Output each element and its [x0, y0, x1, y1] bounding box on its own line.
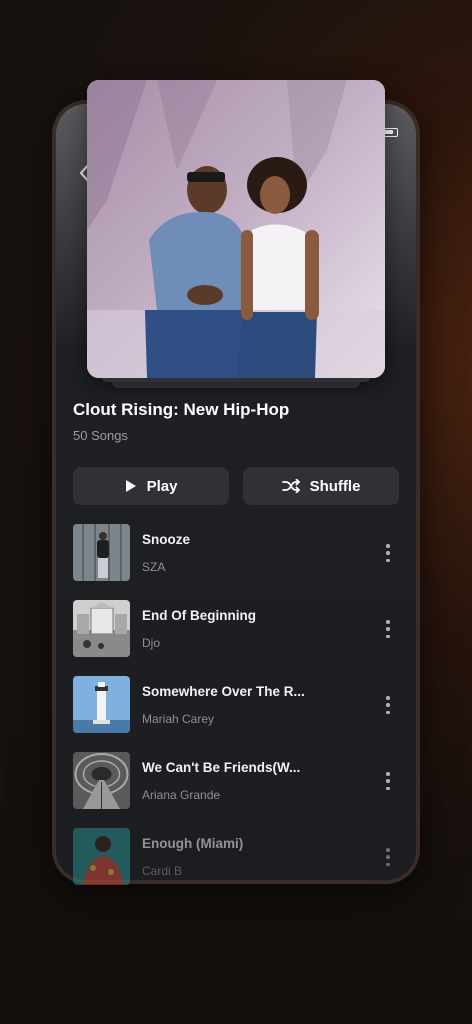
track-artist: SZA — [142, 560, 166, 574]
track-title: Snooze — [142, 532, 191, 547]
more-vertical-icon[interactable] — [385, 620, 391, 638]
playlist-title: Clout Rising: New Hip-Hop — [73, 400, 290, 419]
play-button[interactable]: Play — [73, 467, 229, 505]
track-artwork — [73, 600, 130, 657]
playlist-cover-art — [87, 80, 385, 378]
track-row[interactable]: Enough (Miami) Cardi B — [73, 828, 399, 886]
track-artwork — [73, 676, 130, 733]
play-button-label: Play — [146, 477, 178, 495]
track-row[interactable]: We Can't Be Friends(W... Ariana Grande — [73, 752, 399, 810]
track-artwork — [73, 828, 130, 885]
track-row[interactable]: Somewhere Over The R... Mariah Carey — [73, 676, 399, 734]
shuffle-icon — [281, 479, 300, 493]
track-title: Enough (Miami) — [142, 836, 244, 851]
more-vertical-icon[interactable] — [385, 544, 391, 562]
track-artwork — [73, 752, 130, 809]
track-title: Somewhere Over The R... — [142, 684, 305, 699]
more-vertical-icon[interactable] — [385, 772, 391, 790]
track-artist: Ariana Grande — [142, 788, 221, 802]
track-row[interactable]: Snooze SZA — [73, 524, 399, 582]
play-icon — [125, 480, 136, 492]
shuffle-button[interactable]: Shuffle — [243, 467, 399, 505]
shuffle-button-label: Shuffle — [309, 477, 361, 495]
track-row[interactable]: End Of Beginning Djo — [73, 600, 399, 658]
track-artist: Djo — [142, 636, 161, 650]
track-artwork — [73, 524, 130, 581]
track-artist: Cardi B — [142, 864, 183, 878]
more-vertical-icon[interactable] — [385, 696, 391, 714]
more-vertical-icon[interactable] — [385, 848, 391, 866]
cover-photo — [87, 80, 385, 378]
track-title: End Of Beginning — [142, 608, 256, 623]
track-artist: Mariah Carey — [142, 712, 215, 726]
track-title: We Can't Be Friends(W... — [142, 760, 301, 775]
playlist-song-count: 50 Songs — [73, 428, 128, 443]
